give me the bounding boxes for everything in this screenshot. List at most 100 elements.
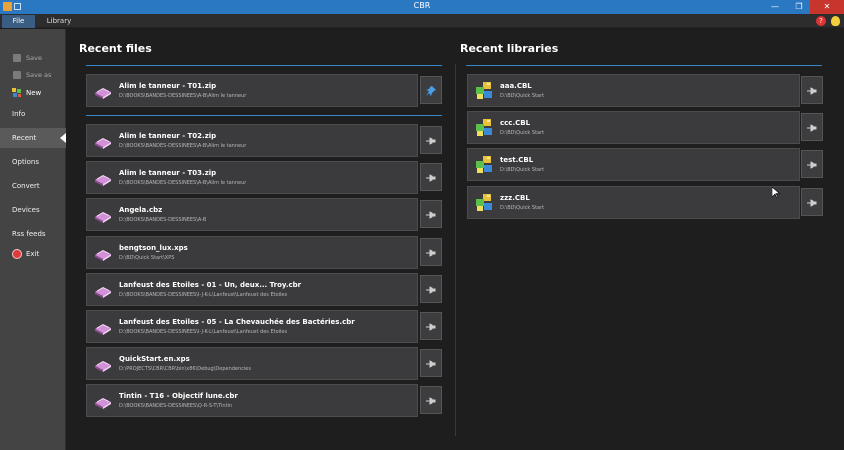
recent-file-item[interactable]: Angela.cbz D:\BOOKS\BANDES-DESSINEES\A-B: [86, 198, 418, 232]
item-path: D:\BOOKS\BANDES-DESSINEES\A-B\Alim le ta…: [119, 93, 247, 99]
item-path: D:\BOOKS\BANDES-DESSINEES\A-B: [119, 217, 207, 224]
title-bar: CBR — ❐ ✕: [0, 0, 844, 14]
close-button[interactable]: ✕: [810, 0, 844, 14]
active-indicator-icon: [60, 133, 66, 143]
sidebar-item-save[interactable]: Save: [0, 51, 66, 65]
sidebar-item-save-as[interactable]: Save as: [0, 68, 66, 82]
sidebar-item-label: Options: [12, 158, 40, 166]
item-path: D:\BD\Quick Start: [500, 130, 545, 137]
sidebar-item-info[interactable]: Info: [0, 104, 66, 124]
sidebar-item-exit[interactable]: Exit: [0, 244, 66, 264]
sidebar-item-options[interactable]: Options: [0, 152, 66, 172]
sidebar-item-recent[interactable]: Recent: [0, 128, 66, 148]
pin-icon-button[interactable]: [420, 126, 442, 154]
sidebar-item-rss-feeds[interactable]: Rss feeds: [0, 224, 66, 244]
sidebar-item-label: Rss feeds: [12, 230, 46, 238]
item-name: bengtson_lux.xps: [119, 243, 188, 252]
item-path: D:\BOOKS\BANDES-DESSINEES\I-J-K-L\Lanfeu…: [119, 291, 288, 298]
book-icon: [95, 138, 111, 149]
item-path: D:\BD\Quick Start\XPS: [119, 254, 175, 261]
mouse-cursor-icon: [772, 187, 780, 199]
lightbulb-icon[interactable]: [831, 16, 840, 26]
book-icon: [95, 175, 111, 187]
recent-file-item[interactable]: Alim le tanneur - T03.zip D:\BOOKS\BANDES…: [86, 161, 418, 195]
item-path: D:\BOOKS\BANDES-DESSINEES\Q-R-S-T\Tintin: [119, 403, 233, 410]
recent-file-item[interactable]: Lanfeust des Etoiles - 01 - Un, deux... …: [86, 272, 418, 306]
item-path: D:\BOOKS\BANDES-DESSINEES\A-B\Alim le ta…: [119, 180, 247, 187]
pin-icon-button[interactable]: [801, 187, 823, 216]
new-library-icon: [12, 88, 21, 97]
tab-library[interactable]: Library: [40, 15, 78, 28]
library-item[interactable]: test.CBL D:\BD\Quick Start: [467, 148, 800, 182]
pin-icon-button[interactable]: [801, 76, 823, 104]
book-icon: [95, 212, 111, 224]
item-name: aaa.CBL: [500, 82, 532, 90]
book-icon: [95, 361, 111, 373]
pin-icon-button[interactable]: [801, 113, 823, 142]
item-name: Lanfeust des Etoiles - 05 - La Chevauché…: [119, 318, 355, 326]
recent-file-item[interactable]: bengtson_lux.xps D:\BD\Quick Start\XPS: [86, 235, 418, 269]
book-icon: [95, 398, 111, 410]
item-name: Tintin - T16 - Objectif lune.cbr: [119, 392, 238, 401]
recent-libraries-accent: [466, 65, 822, 66]
library-item[interactable]: ccc.CBL D:\BD\Quick Start: [467, 111, 800, 145]
book-icon: [95, 249, 111, 261]
help-icon[interactable]: ?: [816, 16, 826, 26]
item-path: D:\BOOKS\BANDES-DESSINEES\I-J-K-L\Lanfeu…: [119, 329, 288, 335]
item-name: Angela.cbz: [119, 206, 163, 215]
library-item[interactable]: zzz.CBL D:\BD\Quick Start: [467, 185, 800, 219]
sidebar-item-label: Recent: [12, 134, 37, 142]
item-name: QuickStart.en.xps: [119, 355, 190, 364]
sidebar-item-devices[interactable]: Devices: [0, 200, 66, 220]
sidebar-item-new[interactable]: New: [0, 83, 66, 103]
pin-icon-button[interactable]: [420, 386, 442, 415]
pin-icon-button[interactable]: [420, 312, 442, 340]
sidebar-item-label: Convert: [12, 182, 40, 190]
save-as-icon: [13, 71, 21, 79]
backstage-sidebar: Save Save as New Info Recent Options Con…: [0, 29, 66, 450]
save-icon: [13, 54, 21, 62]
item-path: D:\BOOKS\BANDES-DESSINEES\A-B\Alim le ta…: [119, 143, 247, 149]
recent-file-item[interactable]: Lanfeust des Etoiles - 05 - La Chevauché…: [86, 310, 418, 343]
item-name: Alim le tanneur - T01.zip: [119, 82, 217, 90]
pinned-separator: [86, 115, 442, 116]
recent-file-item[interactable]: Alim le tanneur - T02.zip D:\BOOKS\BANDES…: [86, 124, 418, 157]
minimize-button[interactable]: —: [764, 0, 786, 14]
item-path: D:\BD\Quick Start: [500, 204, 545, 211]
recent-files-accent: [86, 65, 442, 66]
pin-icon-button[interactable]: [801, 150, 823, 179]
pinned-icon-button[interactable]: [420, 76, 442, 104]
sidebar-item-label: New: [26, 89, 42, 97]
item-path: D:\BD\Quick Start: [500, 167, 545, 174]
item-name: Alim le tanneur - T03.zip: [119, 169, 217, 178]
item-path: D:\BD\Quick Start: [500, 93, 545, 99]
recent-file-item[interactable]: QuickStart.en.xps D:\PROJECTS\CBR\CBR\bin…: [86, 347, 418, 381]
sidebar-item-convert[interactable]: Convert: [0, 176, 66, 196]
recent-file-item[interactable]: Tintin - T16 - Objectif lune.cbr D:\BOOKS…: [86, 384, 418, 418]
library-icon: [476, 193, 492, 211]
item-name: zzz.CBL: [500, 193, 530, 202]
tab-file[interactable]: File: [2, 15, 35, 28]
recent-files-title: Recent files: [79, 42, 152, 55]
sidebar-item-label: Exit: [26, 250, 40, 258]
menu-bar: File Library ?: [0, 14, 844, 28]
item-name: Alim le tanneur - T02.zip: [119, 132, 217, 140]
recent-libraries-title: Recent libraries: [460, 42, 559, 55]
book-icon: [95, 88, 111, 99]
recent-file-item[interactable]: Alim le tanneur - T01.zip D:\BOOKS\BANDES…: [86, 74, 418, 107]
maximize-button[interactable]: ❐: [788, 0, 810, 14]
library-icon: [476, 156, 492, 174]
library-item[interactable]: aaa.CBL D:\BD\Quick Start: [467, 74, 800, 107]
pin-icon-button[interactable]: [420, 274, 442, 303]
sidebar-item-label: Save: [26, 54, 42, 62]
book-icon: [95, 324, 111, 335]
pin-icon-button[interactable]: [420, 200, 442, 229]
item-name: Lanfeust des Etoiles - 01 - Un, deux... …: [119, 280, 302, 289]
pin-icon-button[interactable]: [420, 163, 442, 192]
item-name: test.CBL: [500, 156, 534, 165]
pin-icon-button[interactable]: [420, 349, 442, 378]
pin-icon-button[interactable]: [420, 237, 442, 266]
column-divider: [455, 64, 456, 436]
sidebar-item-label: Info: [12, 110, 26, 118]
book-icon: [95, 286, 111, 298]
